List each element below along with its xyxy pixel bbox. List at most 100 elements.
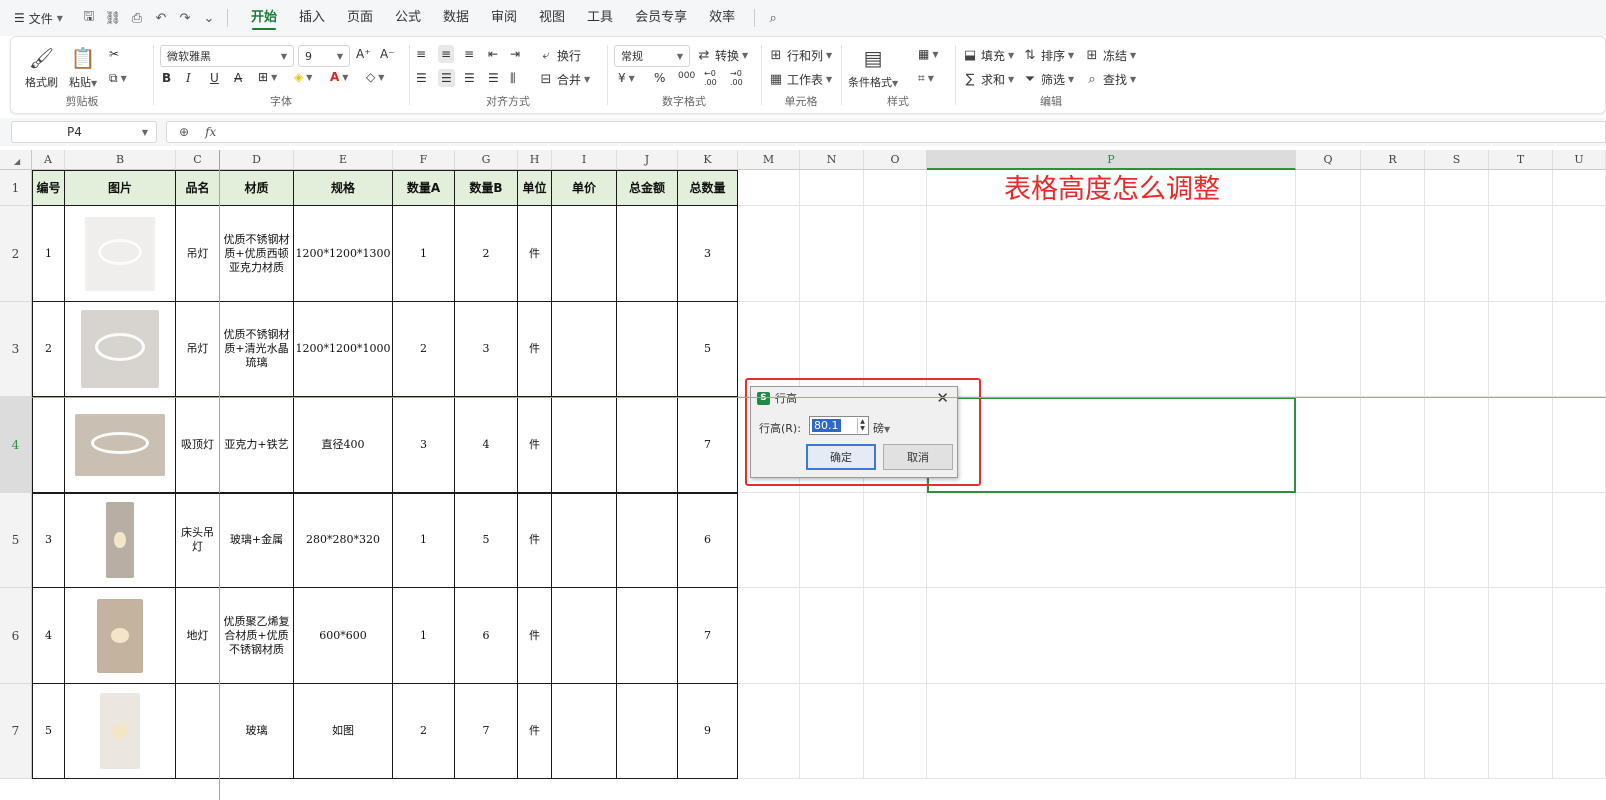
column-header-d[interactable]: D	[220, 150, 294, 170]
table-cell[interactable]	[617, 493, 678, 588]
column-header-f[interactable]: F	[393, 150, 455, 170]
table-header-cell[interactable]: 单位	[518, 170, 552, 206]
empty-cell[interactable]	[1489, 493, 1553, 588]
empty-cell[interactable]	[1489, 302, 1553, 397]
empty-cell[interactable]	[1489, 588, 1553, 684]
empty-cell[interactable]	[927, 684, 1296, 779]
table-header-cell[interactable]: 数量A	[393, 170, 455, 206]
undo-icon[interactable]: ↶	[151, 8, 171, 28]
empty-cell[interactable]	[738, 588, 800, 684]
empty-cell[interactable]	[1425, 170, 1489, 206]
save-icon[interactable]: 🖫	[79, 8, 99, 28]
empty-cell[interactable]	[927, 588, 1296, 684]
column-header-c[interactable]: C	[176, 150, 220, 170]
tab-5[interactable]: 审阅	[480, 0, 528, 36]
distribute-icon[interactable]: ⫼	[510, 71, 516, 86]
table-cell[interactable]: 6	[678, 493, 738, 588]
border-icon[interactable]: ⊞ ▼	[258, 70, 277, 84]
tab-1[interactable]: 插入	[288, 0, 336, 36]
empty-cell[interactable]	[1361, 684, 1425, 779]
print-preview-icon[interactable]: ⎙	[127, 8, 147, 28]
empty-cell[interactable]	[1425, 302, 1489, 397]
table-header-cell[interactable]: 单价	[552, 170, 617, 206]
tab-3[interactable]: 公式	[384, 0, 432, 36]
empty-cell[interactable]	[800, 170, 864, 206]
share-icon[interactable]: ⛓	[103, 8, 123, 28]
picture-cell[interactable]	[65, 206, 176, 302]
table-cell[interactable]: 床头吊灯	[176, 493, 220, 588]
empty-cell[interactable]	[1361, 588, 1425, 684]
table-cell[interactable]: 2	[393, 684, 455, 779]
table-cell[interactable]	[552, 206, 617, 302]
align-top-icon[interactable]: ≡	[416, 47, 426, 61]
sort-button[interactable]: ⇅ 排序 ▼	[1022, 47, 1075, 64]
empty-cell[interactable]	[1296, 397, 1361, 493]
table-header-cell[interactable]: 品名	[176, 170, 220, 206]
empty-cell[interactable]	[1489, 397, 1553, 493]
row-header-2[interactable]: 2	[0, 206, 32, 302]
align-center-icon[interactable]: ☰	[438, 69, 455, 87]
redo-icon[interactable]: ↷	[175, 8, 195, 28]
empty-cell[interactable]	[1296, 684, 1361, 779]
column-header-s[interactable]: S	[1425, 150, 1489, 170]
fx-icon[interactable]: fx	[205, 125, 216, 139]
indent-icon[interactable]: ⇥	[510, 47, 520, 61]
empty-cell[interactable]	[1361, 170, 1425, 206]
wrap-text-button[interactable]: ⤶ 换行	[538, 47, 581, 64]
table-header-cell[interactable]: 材质	[220, 170, 294, 206]
table-cell[interactable]: 4	[455, 397, 518, 493]
table-cell[interactable]: 6	[455, 588, 518, 684]
empty-cell[interactable]	[927, 302, 1296, 397]
table-cell[interactable]: 件	[518, 493, 552, 588]
empty-cell[interactable]	[1553, 588, 1606, 684]
italic-button[interactable]: I	[186, 71, 191, 85]
table-cell[interactable]: 600*600	[294, 588, 393, 684]
table-cell[interactable]	[617, 302, 678, 397]
row-height-input[interactable]: 80.1 ▲ ▼	[809, 416, 869, 435]
picture-cell[interactable]	[65, 397, 176, 493]
empty-cell[interactable]	[1296, 206, 1361, 302]
conditional-format-button[interactable]: ▤ 条件格式▼	[848, 45, 898, 90]
table-cell[interactable]: 件	[518, 302, 552, 397]
table-cell[interactable]: 3	[455, 302, 518, 397]
table-cell[interactable]	[552, 588, 617, 684]
align-right-icon[interactable]: ☰	[464, 71, 475, 85]
table-cell[interactable]: 优质不锈钢材质+清光水晶琉璃	[220, 302, 294, 397]
increase-font-icon[interactable]: A⁺	[356, 47, 371, 61]
bold-button[interactable]: B	[162, 71, 171, 85]
more-chevron-icon[interactable]: ⌄	[199, 8, 219, 28]
empty-cell[interactable]	[800, 684, 864, 779]
table-cell[interactable]: 3	[32, 493, 65, 588]
column-header-t[interactable]: T	[1489, 150, 1553, 170]
copy-icon[interactable]: ⧉ ▼	[109, 71, 127, 86]
ok-button[interactable]: 确定	[806, 444, 876, 470]
table-header-cell[interactable]: 总金额	[617, 170, 678, 206]
empty-cell[interactable]	[1553, 397, 1606, 493]
picture-cell[interactable]	[65, 684, 176, 779]
table-cell[interactable]	[552, 302, 617, 397]
product-image[interactable]	[85, 216, 155, 291]
empty-cell[interactable]	[1425, 397, 1489, 493]
empty-cell[interactable]	[1553, 206, 1606, 302]
convert-button[interactable]: ⇄ 转换 ▼	[696, 47, 749, 64]
column-header-q[interactable]: Q	[1296, 150, 1361, 170]
empty-cell[interactable]	[1489, 170, 1553, 206]
column-header-g[interactable]: G	[455, 150, 518, 170]
row-header-3[interactable]: 3	[0, 302, 32, 397]
empty-cell[interactable]	[1361, 493, 1425, 588]
picture-cell[interactable]	[65, 302, 176, 397]
column-header-o[interactable]: O	[864, 150, 927, 170]
table-cell[interactable]: 优质聚乙烯复合材质+优质不锈钢材质	[220, 588, 294, 684]
currency-button[interactable]: ¥ ▼	[618, 71, 635, 85]
freeze-button[interactable]: ⊞ 冻结 ▼	[1084, 47, 1137, 64]
table-cell[interactable]: 玻璃	[220, 684, 294, 779]
table-cell[interactable]	[552, 684, 617, 779]
empty-cell[interactable]	[1425, 493, 1489, 588]
table-cell[interactable]: 件	[518, 397, 552, 493]
picture-cell[interactable]	[65, 493, 176, 588]
outdent-icon[interactable]: ⇤	[488, 47, 498, 61]
paste-button[interactable]: 📋 粘贴▼	[69, 45, 97, 90]
increase-decimal-button[interactable]: ←0 .00	[704, 69, 726, 87]
table-cell[interactable]: 1200*1200*1000	[294, 302, 393, 397]
empty-cell[interactable]	[738, 206, 800, 302]
